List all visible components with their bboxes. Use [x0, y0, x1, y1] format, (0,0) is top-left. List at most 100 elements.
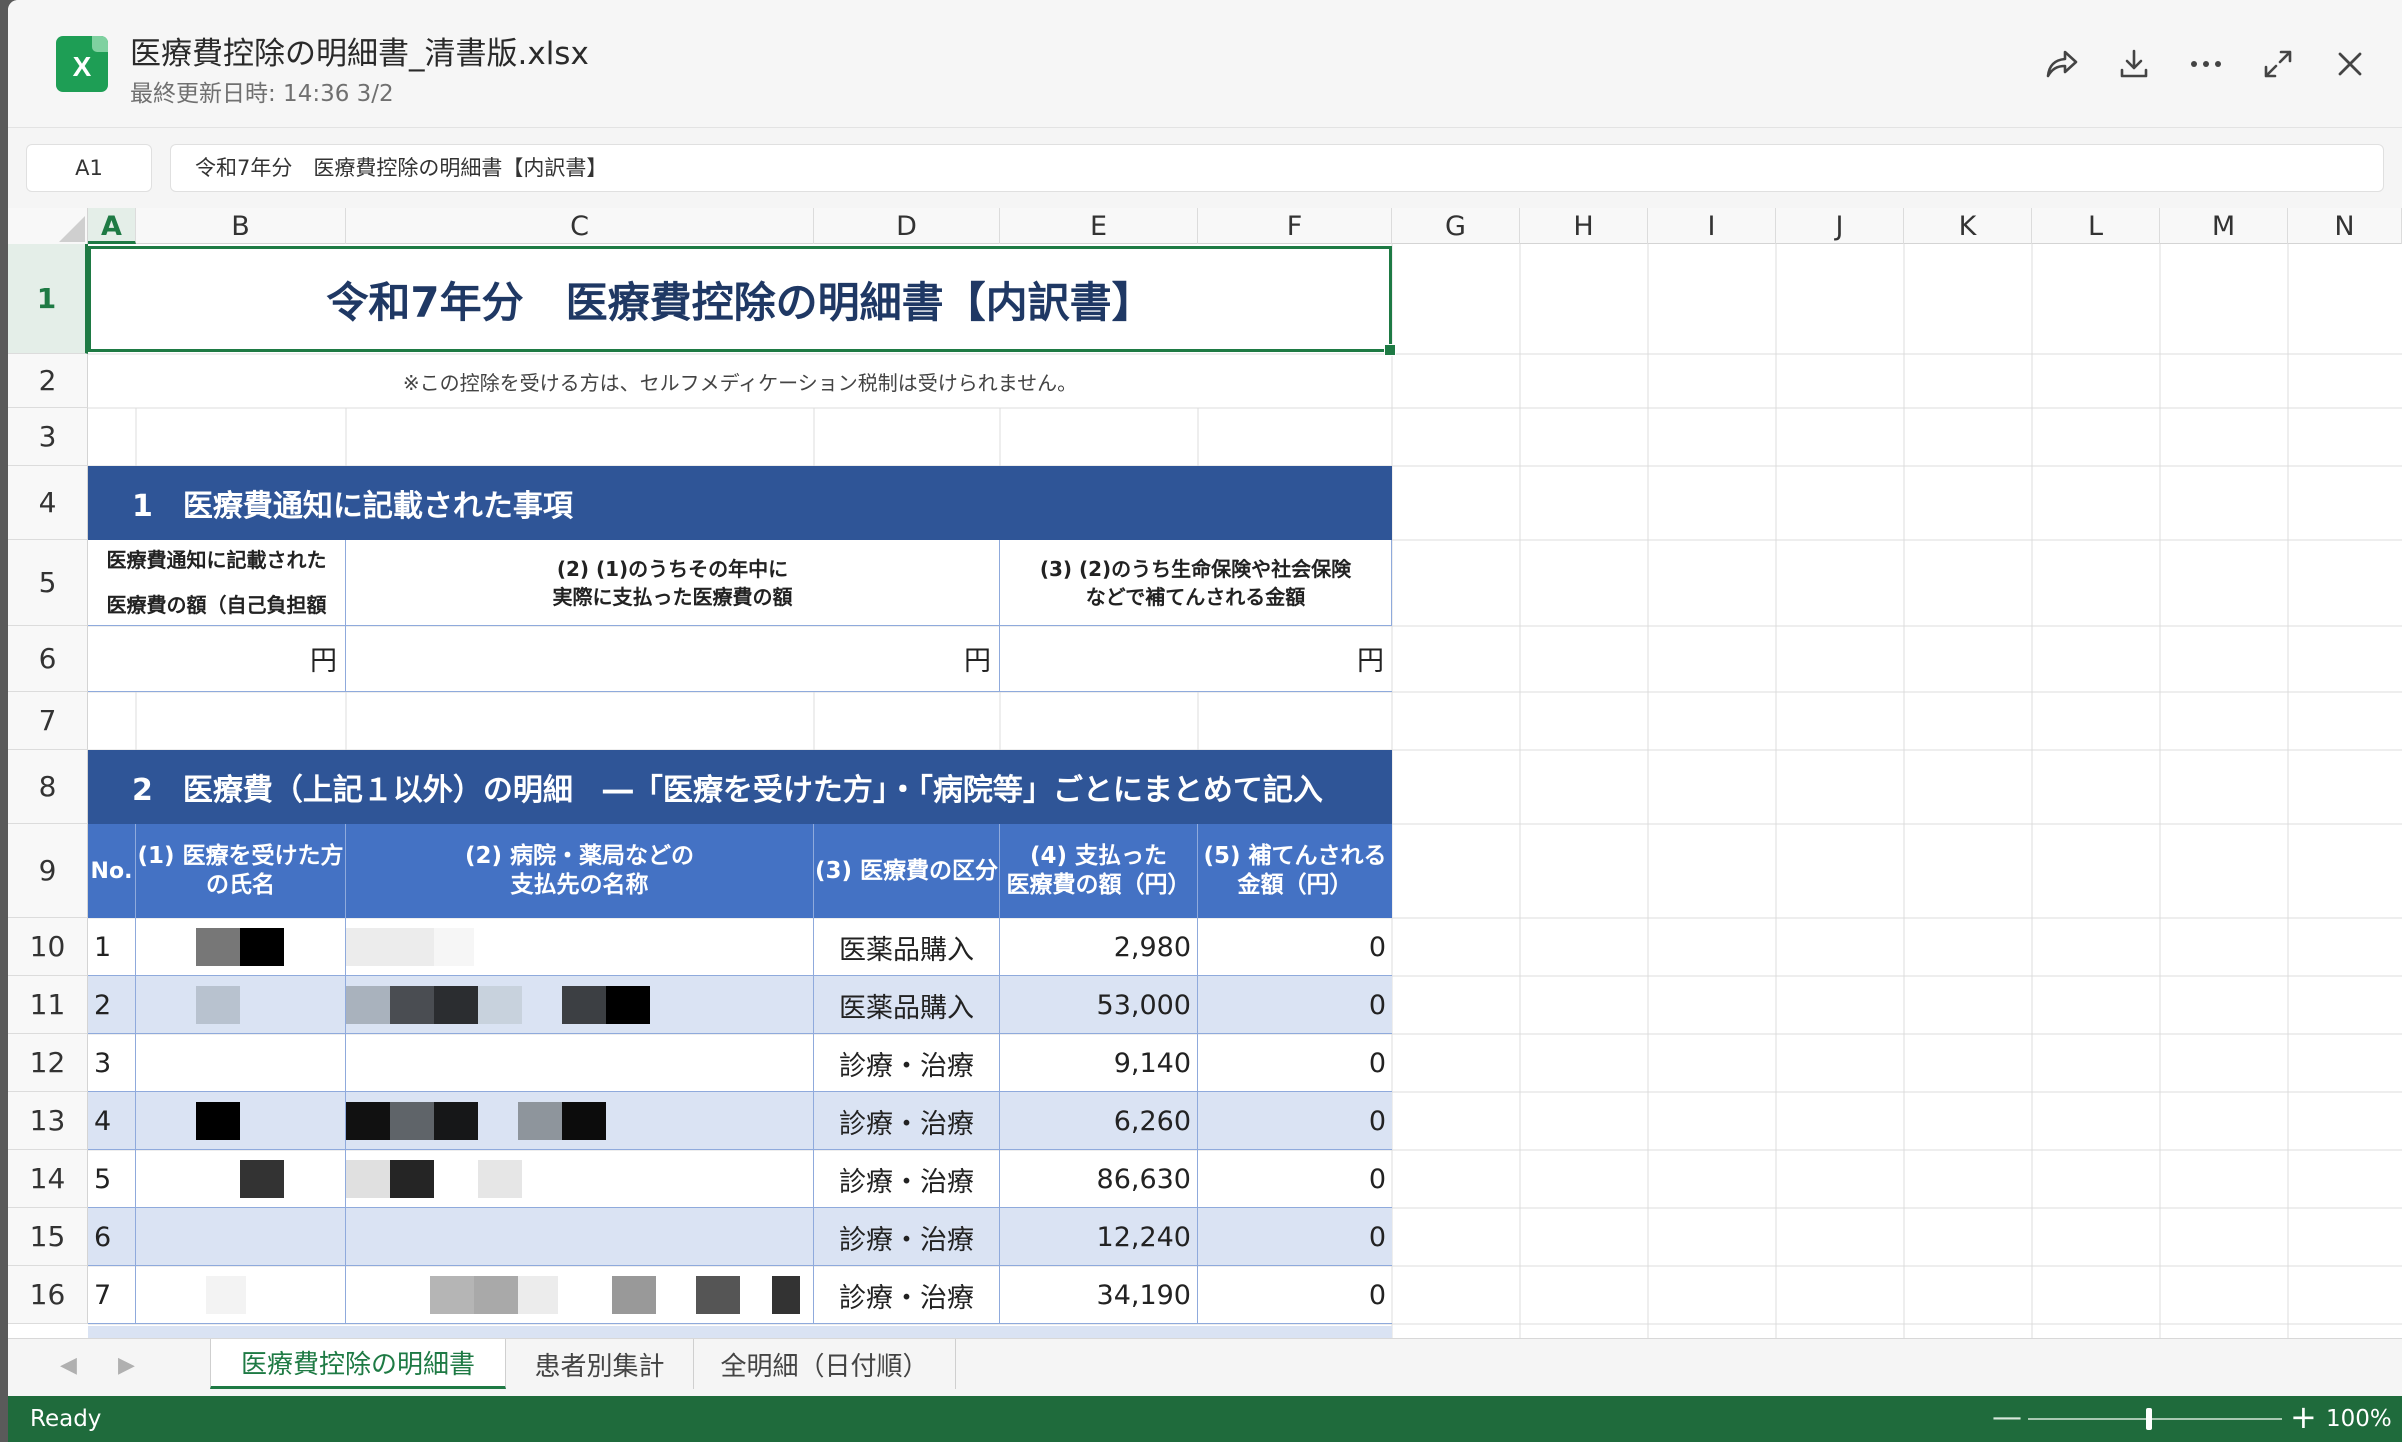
zoom-slider-thumb[interactable]	[2146, 1408, 2152, 1430]
tab-prev-icon[interactable]: ◀	[60, 1353, 77, 1378]
column-header-g[interactable]: G	[1392, 208, 1520, 244]
file-name: 医療費控除の明細書_清書版.xlsx	[130, 36, 589, 72]
amount-cell: 86,630	[1000, 1150, 1198, 1208]
download-icon[interactable]	[2114, 44, 2154, 84]
table-row[interactable]: 3 診療・治療 9,140 0	[88, 1034, 1392, 1092]
notice-amount-unit[interactable]: 円	[88, 626, 346, 692]
row-header-3[interactable]: 3	[8, 408, 88, 466]
th-category[interactable]: (3) 医療費の区分	[814, 824, 1000, 918]
amount-cell: 9,140	[1000, 1034, 1198, 1092]
notice-amount-header[interactable]: 医療費通知に記載された 医療費の額（自己負担額	[88, 540, 346, 626]
patient-name-redacted	[136, 1150, 346, 1208]
table-row[interactable]: 7 診療・治療 34,190 0	[88, 1266, 1392, 1324]
patient-name-redacted	[136, 918, 346, 976]
column-header-b[interactable]: B	[136, 208, 346, 244]
row-no: 3	[88, 1034, 136, 1092]
column-header-i[interactable]: I	[1648, 208, 1776, 244]
th-no[interactable]: No.	[88, 824, 136, 918]
column-header-f[interactable]: F	[1198, 208, 1392, 244]
row-header-4[interactable]: 4	[8, 466, 88, 540]
th-payee-line2: 支払先の名称	[510, 872, 649, 898]
table-row[interactable]: 4 診療・治療 6,260 0	[88, 1092, 1392, 1150]
row-header-13[interactable]: 13	[8, 1092, 88, 1150]
column-header-h[interactable]: H	[1520, 208, 1648, 244]
actual-paid-header[interactable]: (2) (1)のうちその年中に 実際に支払った医療費の額	[346, 540, 1000, 626]
status-bar: Ready — + 100%	[8, 1396, 2402, 1442]
category-cell: 診療・治療	[814, 1266, 1000, 1324]
row-header-14[interactable]: 14	[8, 1150, 88, 1208]
payee-redacted	[346, 1266, 814, 1324]
row-header-8[interactable]: 8	[8, 750, 88, 824]
expand-icon[interactable]	[2258, 44, 2298, 84]
excel-file-icon: X	[56, 36, 108, 92]
amount-cell: 2,980	[1000, 918, 1198, 976]
self-medication-note: ※この控除を受ける方は、セルフメディケーション税制は受けられません。	[402, 370, 1078, 395]
redaction-block	[434, 1102, 478, 1140]
zoom-in-button[interactable]: +	[2290, 1398, 2317, 1436]
th-amount[interactable]: (4) 支払った 医療費の額（円）	[1000, 824, 1198, 918]
spreadsheet-grid[interactable]: A B C D E F G H I J K L M N 1 2 3 4 5 6 …	[8, 208, 2402, 1338]
column-header-d[interactable]: D	[814, 208, 1000, 244]
more-icon[interactable]	[2186, 44, 2226, 84]
column-header-c[interactable]: C	[346, 208, 814, 244]
title-bar: X 医療費控除の明細書_清書版.xlsx 最終更新日時: 14:36 3/2	[8, 0, 2402, 128]
app-window: X 医療費控除の明細書_清書版.xlsx 最終更新日時: 14:36 3/2 A…	[8, 0, 2402, 1442]
tab-next-icon[interactable]: ▶	[118, 1353, 135, 1378]
sheet-title-cell[interactable]: 令和7年分 医療費控除の明細書【内訳書】	[88, 246, 1396, 356]
insurance-covered-unit[interactable]: 円	[1000, 626, 1392, 692]
column-header-a[interactable]: A	[88, 208, 136, 244]
category-cell: 医薬品購入	[814, 976, 1000, 1034]
column-header-j[interactable]: J	[1776, 208, 1904, 244]
redaction-block	[196, 928, 240, 966]
row-header-15[interactable]: 15	[8, 1208, 88, 1266]
select-all-corner[interactable]	[8, 208, 88, 244]
th-reimbursed[interactable]: (5) 補てんされる 金額（円）	[1198, 824, 1392, 918]
row-header-11[interactable]: 11	[8, 976, 88, 1034]
redaction-block	[696, 1276, 740, 1314]
row-header-1[interactable]: 1	[8, 244, 88, 354]
redaction-block	[390, 1102, 434, 1140]
row-header-5[interactable]: 5	[8, 540, 88, 626]
tab-all-details-by-date[interactable]: 全明細（日付順）	[694, 1339, 956, 1389]
column-header-n[interactable]: N	[2288, 208, 2402, 244]
table-row[interactable]: 2 医薬品購入 53,000 0	[88, 976, 1392, 1034]
row-header-2[interactable]: 2	[8, 354, 88, 408]
column-header-l[interactable]: L	[2032, 208, 2160, 244]
share-icon[interactable]	[2042, 44, 2082, 84]
table-row[interactable]: 6 診療・治療 12,240 0	[88, 1208, 1392, 1266]
zoom-slider-track[interactable]	[2028, 1418, 2282, 1420]
row-header-12[interactable]: 12	[8, 1034, 88, 1092]
name-box[interactable]: A1	[26, 144, 152, 192]
actual-paid-unit[interactable]: 円	[346, 626, 1000, 692]
formula-input[interactable]: 令和7年分 医療費控除の明細書【内訳書】	[170, 144, 2384, 192]
table-row[interactable]: 1 医薬品購入 2,980 0	[88, 918, 1392, 976]
row-header-6[interactable]: 6	[8, 626, 88, 692]
insurance-covered-header[interactable]: (3) (2)のうち生命保険や社会保険 などで補てんされる金額	[1000, 540, 1392, 626]
th-amount-line2: 医療費の額（円）	[1006, 872, 1191, 898]
row-header-10[interactable]: 10	[8, 918, 88, 976]
column-header-row: A B C D E F G H I J K L M N	[8, 208, 2402, 244]
table-row[interactable]: 5 診療・治療 86,630 0	[88, 1150, 1392, 1208]
tab-medical-expense-statement[interactable]: 医療費控除の明細書	[210, 1339, 506, 1389]
reimbursed-cell: 0	[1368, 1047, 1386, 1079]
section-1-heading[interactable]: 1 医療費通知に記載された事項	[88, 466, 1392, 540]
redaction-block	[240, 1160, 284, 1198]
insurance-covered-line1: (3) (2)のうち生命保険や社会保険	[1039, 556, 1352, 581]
category-cell: 診療・治療	[814, 1208, 1000, 1266]
row-header-16[interactable]: 16	[8, 1266, 88, 1324]
column-header-e[interactable]: E	[1000, 208, 1198, 244]
row-header-9[interactable]: 9	[8, 824, 88, 918]
note-cell[interactable]: ※この控除を受ける方は、セルフメディケーション税制は受けられません。	[88, 354, 1392, 408]
row-header-7[interactable]: 7	[8, 692, 88, 750]
column-header-k[interactable]: K	[1904, 208, 2032, 244]
th-reimbursed-line2: 金額（円）	[1237, 872, 1353, 898]
th-payee[interactable]: (2) 病院・薬局などの 支払先の名称	[346, 824, 814, 918]
section-2-heading[interactable]: 2 医療費（上記１以外）の明細 ―「医療を受けた方」・「病院等」ごとにまとめて記…	[88, 750, 1392, 824]
column-header-m[interactable]: M	[2160, 208, 2288, 244]
reimbursed-cell: 0	[1368, 1163, 1386, 1195]
redaction-block	[478, 986, 522, 1024]
tab-patient-summary[interactable]: 患者別集計	[506, 1339, 694, 1389]
close-icon[interactable]	[2330, 44, 2370, 84]
zoom-out-button[interactable]: —	[1992, 1400, 2022, 1435]
th-patient-name[interactable]: (1) 医療を受けた方 の氏名	[136, 824, 346, 918]
